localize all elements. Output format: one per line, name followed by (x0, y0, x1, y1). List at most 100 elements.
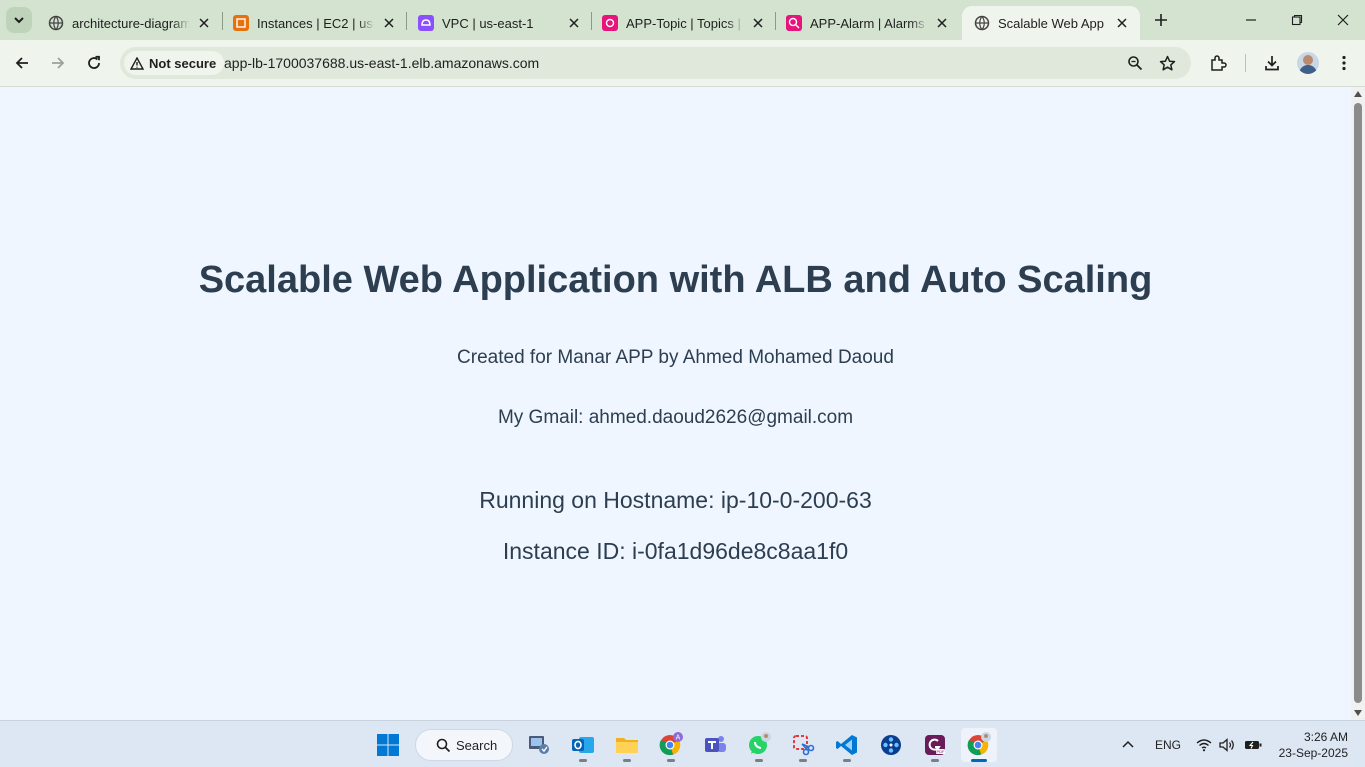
tab-title: APP-Topic | Topics | SNS (626, 15, 744, 31)
workspace-app-icon (529, 736, 549, 754)
avatar-face (1303, 55, 1313, 65)
scroll-down-icon[interactable] (1354, 710, 1362, 716)
browser-toolbar: Not secure app-lb-1700037688.us-east-1.e… (0, 40, 1365, 87)
chrome-icon: A (659, 732, 683, 756)
scrollbar-thumb[interactable] (1354, 103, 1362, 703)
restore-icon (1291, 14, 1303, 26)
tab-title: Scalable Web App (998, 15, 1104, 31)
taskbar-app-outlook[interactable] (565, 728, 601, 762)
tab-scalable-web-app[interactable]: Scalable Web App (962, 6, 1140, 40)
globe-icon (974, 15, 990, 31)
taskbar-search[interactable]: Search (415, 729, 513, 761)
tab-title: APP-Alarm | Alarms | CloudWatch (810, 15, 928, 31)
taskbar-clock[interactable]: 3:26 AM 23-Sep-2025 (1270, 729, 1348, 761)
taskbar-app-whatsapp[interactable] (741, 728, 777, 762)
reload-icon (88, 55, 100, 69)
tab-search-button[interactable] (6, 7, 32, 33)
wifi-icon (1196, 739, 1212, 752)
tab-vpc[interactable]: VPC | us-east-1 (406, 6, 592, 40)
reload-button[interactable] (80, 49, 108, 77)
taskbar-app-media[interactable] (873, 728, 909, 762)
close-tab-icon[interactable] (750, 15, 766, 31)
svg-text:PDF: PDF (937, 749, 946, 754)
tab-sns-topic[interactable]: APP-Topic | Topics | SNS (590, 6, 776, 40)
warning-icon (130, 56, 144, 70)
scroll-up-icon[interactable] (1354, 91, 1362, 97)
security-indicator[interactable]: Not secure (124, 51, 225, 75)
new-tab-button[interactable] (1148, 8, 1174, 32)
tab-cloudwatch-alarm[interactable]: APP-Alarm | Alarms | CloudWatch (774, 6, 960, 40)
teams-icon (705, 736, 726, 752)
outlook-icon (572, 737, 594, 753)
taskbar-app-chrome-profile[interactable]: A (653, 728, 689, 762)
extensions-button[interactable] (1206, 51, 1230, 75)
start-button[interactable] (370, 728, 406, 762)
bookmark-button[interactable] (1157, 53, 1177, 73)
folder-icon (616, 738, 638, 753)
show-hidden-icons-button[interactable] (1112, 728, 1144, 762)
battery-button[interactable] (1240, 728, 1266, 762)
windows-taskbar: Search A PDF ENG 3:26 AM 23-Sep-2025 (0, 720, 1365, 767)
volume-icon (1219, 738, 1234, 752)
close-icon (1337, 14, 1349, 26)
arrow-left-icon (15, 57, 28, 69)
browser-menu-button[interactable] (1332, 51, 1356, 75)
tab-ec2-instances[interactable]: Instances | EC2 | us-east-1 (221, 6, 407, 40)
pdf-icon: PDF (925, 735, 946, 755)
address-bar[interactable]: Not secure app-lb-1700037688.us-east-1.e… (120, 47, 1191, 79)
film-reel-icon (881, 735, 901, 755)
vscode-icon (836, 735, 857, 755)
minimize-icon (1246, 19, 1256, 21)
page-heading: Scalable Web Application with ALB and Au… (198, 259, 1153, 301)
minimize-button[interactable] (1228, 0, 1274, 40)
taskbar-app-workspace[interactable] (521, 728, 557, 762)
volume-button[interactable] (1215, 728, 1239, 762)
taskbar-app-snipping-tool[interactable] (785, 728, 821, 762)
close-tab-icon[interactable] (934, 15, 950, 31)
credit-text: Created for Manar APP by Ahmed Mohamed D… (457, 347, 894, 368)
taskbar-app-pdf[interactable]: PDF (917, 728, 953, 762)
close-tab-icon[interactable] (566, 15, 582, 31)
restore-button[interactable] (1274, 0, 1320, 40)
taskbar-app-vscode[interactable] (829, 728, 865, 762)
wifi-button[interactable] (1192, 728, 1216, 762)
avatar-body (1299, 65, 1317, 74)
sns-icon (602, 15, 618, 31)
taskbar-app-teams[interactable] (697, 728, 733, 762)
back-button[interactable] (8, 49, 36, 77)
vpc-icon (418, 15, 434, 31)
more-vertical-icon (1342, 55, 1346, 71)
taskbar-app-chrome[interactable] (961, 728, 997, 762)
tab-architecture-diagram[interactable]: architecture-diagram (36, 6, 222, 40)
whatsapp-icon (749, 732, 771, 754)
web-page: Scalable Web Application with ALB and Au… (0, 87, 1351, 720)
close-tab-icon[interactable] (1114, 15, 1130, 31)
zoom-button[interactable] (1125, 53, 1145, 73)
page-scrollbar[interactable] (1351, 87, 1365, 720)
taskbar-app-file-explorer[interactable] (609, 728, 645, 762)
chevron-down-icon (14, 17, 24, 24)
ec2-icon (233, 15, 249, 31)
language-indicator[interactable]: ENG (1155, 738, 1181, 752)
toolbar-divider (1245, 54, 1246, 72)
instance-id-text: Instance ID: i-0fa1d96de8c8aa1f0 (502, 538, 849, 564)
clock-date: 23-Sep-2025 (1278, 746, 1348, 760)
url-text[interactable]: app-lb-1700037688.us-east-1.elb.amazonaw… (224, 55, 539, 71)
scissors-icon (793, 735, 815, 756)
search-label: Search (456, 737, 498, 753)
close-window-button[interactable] (1320, 0, 1365, 40)
plus-icon (1155, 14, 1167, 26)
star-icon (1159, 55, 1175, 71)
cloudwatch-icon (786, 15, 802, 31)
downloads-button[interactable] (1260, 51, 1284, 75)
download-icon (1265, 56, 1279, 71)
close-tab-icon[interactable] (196, 15, 212, 31)
puzzle-icon (1211, 55, 1227, 71)
tab-title: VPC | us-east-1 (442, 15, 534, 31)
chrome-icon (967, 732, 991, 756)
forward-button[interactable] (44, 49, 72, 77)
hostname-text: Running on Hostname: ip-10-0-200-63 (479, 487, 872, 513)
close-tab-icon[interactable] (381, 15, 397, 31)
clock-time: 3:26 AM (1303, 730, 1348, 744)
profile-avatar[interactable] (1297, 52, 1319, 74)
